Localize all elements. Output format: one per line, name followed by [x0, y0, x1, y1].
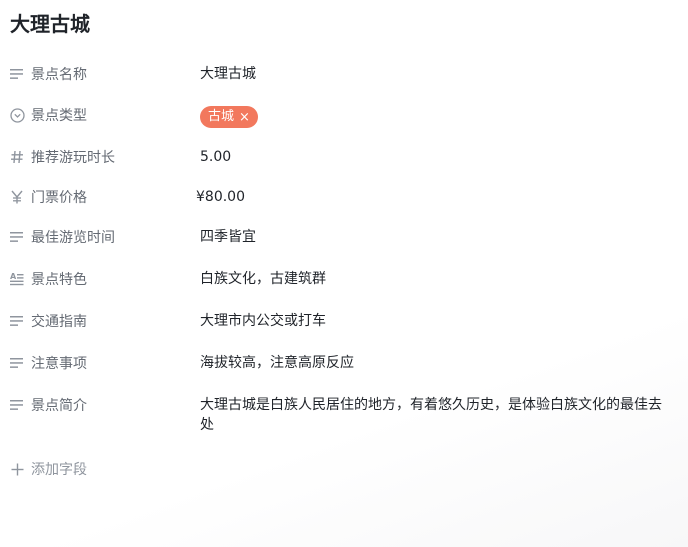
field-label-text: 景点简介	[31, 398, 87, 414]
field-label: 最佳游览时间	[9, 227, 115, 247]
field-label-text: 景点特色	[31, 272, 87, 288]
page-title: 大理古城	[10, 12, 90, 36]
field-label: 景点简介	[9, 395, 87, 415]
text-lines-icon	[9, 397, 25, 413]
text-lines-icon	[9, 229, 25, 245]
field-label-text: 注意事项	[31, 356, 87, 372]
close-icon[interactable]: ×	[239, 111, 250, 124]
field-label-text: 门票价格	[31, 190, 87, 206]
add-field-button[interactable]: 添加字段	[9, 459, 87, 479]
field-label: 交通指南	[9, 311, 87, 331]
yen-icon	[9, 189, 25, 205]
text-lines-icon	[9, 66, 25, 82]
chevron-circle-icon	[9, 107, 25, 123]
field-value[interactable]: 大理古城	[200, 64, 670, 84]
field-label: A 景点特色	[9, 269, 87, 289]
field-label: 景点名称	[9, 64, 87, 84]
field-value[interactable]: 海拔较高，注意高原反应	[200, 353, 670, 373]
field-value[interactable]: 四季皆宜	[200, 227, 670, 247]
text-lines-icon	[9, 313, 25, 329]
svg-text:A: A	[10, 272, 17, 281]
field-value[interactable]: 白族文化，古建筑群	[200, 269, 670, 289]
field-value[interactable]: 5.00	[200, 147, 670, 167]
field-value[interactable]: 大理市内公交或打车	[200, 311, 670, 331]
add-field-label: 添加字段	[31, 462, 87, 478]
field-label: 注意事项	[9, 353, 87, 373]
hash-icon	[9, 149, 25, 165]
field-label-text: 推荐游玩时长	[31, 150, 115, 166]
field-label-text: 最佳游览时间	[31, 230, 115, 246]
option-tag[interactable]: 古城 ×	[200, 106, 258, 128]
field-label: 景点类型	[9, 105, 87, 125]
field-label-text: 交通指南	[31, 314, 87, 330]
text-lines-icon	[9, 355, 25, 371]
field-label: 推荐游玩时长	[9, 147, 115, 167]
plus-icon	[9, 461, 25, 477]
field-value[interactable]: 大理古城是白族人民居住的地方，有着悠久历史，是体验白族文化的最佳去处	[200, 395, 668, 435]
field-label-text: 景点类型	[31, 108, 87, 124]
record-detail: 大理古城 景点名称 大理古城 景点类型 古城 × 推荐游玩时长 5.00 门票价…	[0, 0, 688, 547]
option-tag-label: 古城	[208, 109, 235, 124]
field-label-text: 景点名称	[31, 67, 87, 83]
text-format-icon: A	[9, 271, 25, 287]
field-value[interactable]: ¥80.00	[196, 187, 666, 207]
field-value[interactable]: 古城 ×	[200, 106, 670, 128]
field-label: 门票价格	[9, 187, 87, 207]
